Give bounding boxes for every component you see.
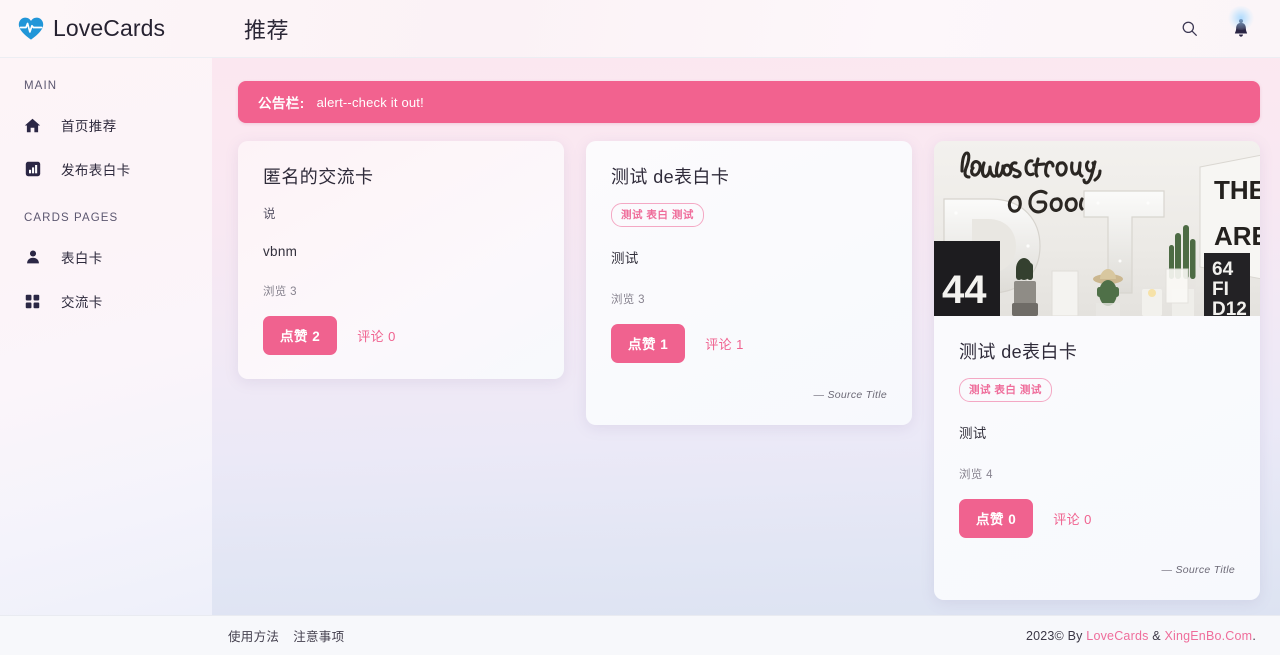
- footer-link-notes[interactable]: 注意事项: [293, 626, 344, 645]
- brand-name: LoveCards: [53, 15, 166, 41]
- card-body: 测试 de表白卡 测试 表白 测试 测试 浏览 4 点赞 0 评论 0 — So…: [934, 316, 1260, 600]
- card-tag[interactable]: 测试 表白 测试: [611, 203, 704, 227]
- body-wrap: MAIN 首页推荐 发布表白卡 CARDS PAGES 表白卡 交流卡 公告栏:…: [0, 58, 1280, 615]
- page-title: 推荐: [244, 17, 290, 43]
- top-header: LoveCards 推荐: [0, 0, 1280, 58]
- sidebar-item-home[interactable]: 首页推荐: [0, 108, 212, 142]
- svg-text:44: 44: [942, 268, 987, 312]
- card-item[interactable]: 测试 de表白卡 测试 表白 测试 测试 浏览 3 点赞 1 评论 1 — So…: [586, 141, 912, 425]
- card-content: 测试: [611, 251, 639, 266]
- footer-link-lovecards[interactable]: LoveCards: [1086, 629, 1148, 643]
- bell-icon[interactable]: [1228, 16, 1254, 42]
- card-actions: 点赞 1 评论 1: [611, 324, 887, 363]
- card-subtitle: 说: [263, 207, 276, 221]
- announcement-text: alert--check it out!: [316, 94, 424, 110]
- chart-square-icon: [24, 161, 41, 178]
- like-button[interactable]: 点赞 0: [959, 499, 1034, 538]
- card-grid: 匿名的交流卡 说 vbnm 浏览 3 点赞 2 评论 0 测试 de表白卡 测试…: [238, 141, 1260, 600]
- footer-link-usage[interactable]: 使用方法: [228, 626, 279, 645]
- card-title: 测试 de表白卡: [959, 342, 1078, 362]
- card-source: — Source Title: [1161, 564, 1235, 576]
- sidebar-item-exchange-card[interactable]: 交流卡: [0, 284, 212, 318]
- announcement-label: 公告栏:: [258, 96, 305, 111]
- svg-text:ARE: ARE: [1214, 221, 1260, 251]
- footer-link-xingenbo[interactable]: XingEnBo.Com: [1164, 629, 1252, 643]
- sidebar-item-label: 首页推荐: [61, 119, 117, 134]
- like-button[interactable]: 点赞 2: [263, 316, 338, 355]
- comment-link[interactable]: 评论 1: [705, 334, 743, 353]
- svg-text:64: 64: [1212, 259, 1234, 280]
- svg-text:D12: D12: [1212, 299, 1247, 316]
- sidebar-section-label-main: MAIN: [24, 80, 58, 92]
- announcement-banner[interactable]: 公告栏: alert--check it out!: [238, 81, 1260, 123]
- app-root: LoveCards 推荐 MAIN 首页推荐 发布表白卡 CARDS PAGES…: [0, 0, 1280, 655]
- like-button[interactable]: 点赞 1: [611, 324, 686, 363]
- sidebar-section-label-cards-pages: CARDS PAGES: [24, 212, 119, 224]
- top-actions: [1176, 16, 1280, 42]
- sidebar-item-confession-card[interactable]: 表白卡: [0, 240, 212, 274]
- card-actions: 点赞 2 评论 0: [263, 316, 539, 355]
- card-photo: THE ARE 44 64 FI: [934, 141, 1260, 316]
- card-views: 浏览 3: [263, 286, 297, 298]
- heart-pulse-icon: [18, 16, 44, 42]
- comment-link[interactable]: 评论 0: [357, 326, 395, 345]
- copyright-separator: &: [1148, 628, 1165, 643]
- footer-copyright: 2023© By LoveCards & XingEnBo.Com.: [1026, 629, 1256, 643]
- footer-links: 使用方法 注意事项: [212, 626, 344, 645]
- card-actions: 点赞 0 评论 0: [959, 499, 1235, 538]
- svg-text:FI: FI: [1212, 279, 1229, 300]
- brand[interactable]: LoveCards: [0, 15, 212, 42]
- footer: 使用方法 注意事项 2023© By LoveCards & XingEnBo.…: [0, 615, 1280, 655]
- card-views: 浏览 3: [611, 294, 645, 306]
- search-icon[interactable]: [1176, 16, 1202, 42]
- comment-link[interactable]: 评论 0: [1053, 509, 1091, 528]
- grid-icon: [24, 293, 41, 310]
- card-content: vbnm: [263, 244, 298, 259]
- sidebar-item-label: 表白卡: [61, 251, 103, 266]
- sidebar-item-label: 交流卡: [61, 295, 103, 310]
- sidebar-item-publish-card[interactable]: 发布表白卡: [0, 152, 212, 186]
- sidebar: MAIN 首页推荐 发布表白卡 CARDS PAGES 表白卡 交流卡: [0, 58, 212, 615]
- sidebar-item-label: 发布表白卡: [61, 163, 131, 178]
- card-item[interactable]: THE ARE 44 64 FI: [934, 141, 1260, 600]
- copyright-prefix: 2023© By: [1025, 628, 1087, 643]
- home-icon: [24, 117, 41, 134]
- card-body: 匿名的交流卡 说 vbnm 浏览 3 点赞 2 评论 0: [238, 141, 564, 379]
- card-title: 匿名的交流卡: [263, 167, 374, 187]
- card-item[interactable]: 匿名的交流卡 说 vbnm 浏览 3 点赞 2 评论 0: [238, 141, 564, 379]
- card-source: — Source Title: [813, 389, 887, 401]
- svg-text:THE: THE: [1214, 175, 1260, 205]
- card-title: 测试 de表白卡: [611, 167, 730, 187]
- copyright-suffix: .: [1252, 628, 1256, 643]
- card-content: 测试: [959, 426, 987, 441]
- card-views: 浏览 4: [959, 469, 993, 481]
- main-content: 公告栏: alert--check it out! 匿名的交流卡 说 vbnm …: [212, 58, 1280, 615]
- person-icon: [24, 249, 41, 266]
- card-tag[interactable]: 测试 表白 测试: [959, 378, 1052, 402]
- card-body: 测试 de表白卡 测试 表白 测试 测试 浏览 3 点赞 1 评论 1 — So…: [586, 141, 912, 425]
